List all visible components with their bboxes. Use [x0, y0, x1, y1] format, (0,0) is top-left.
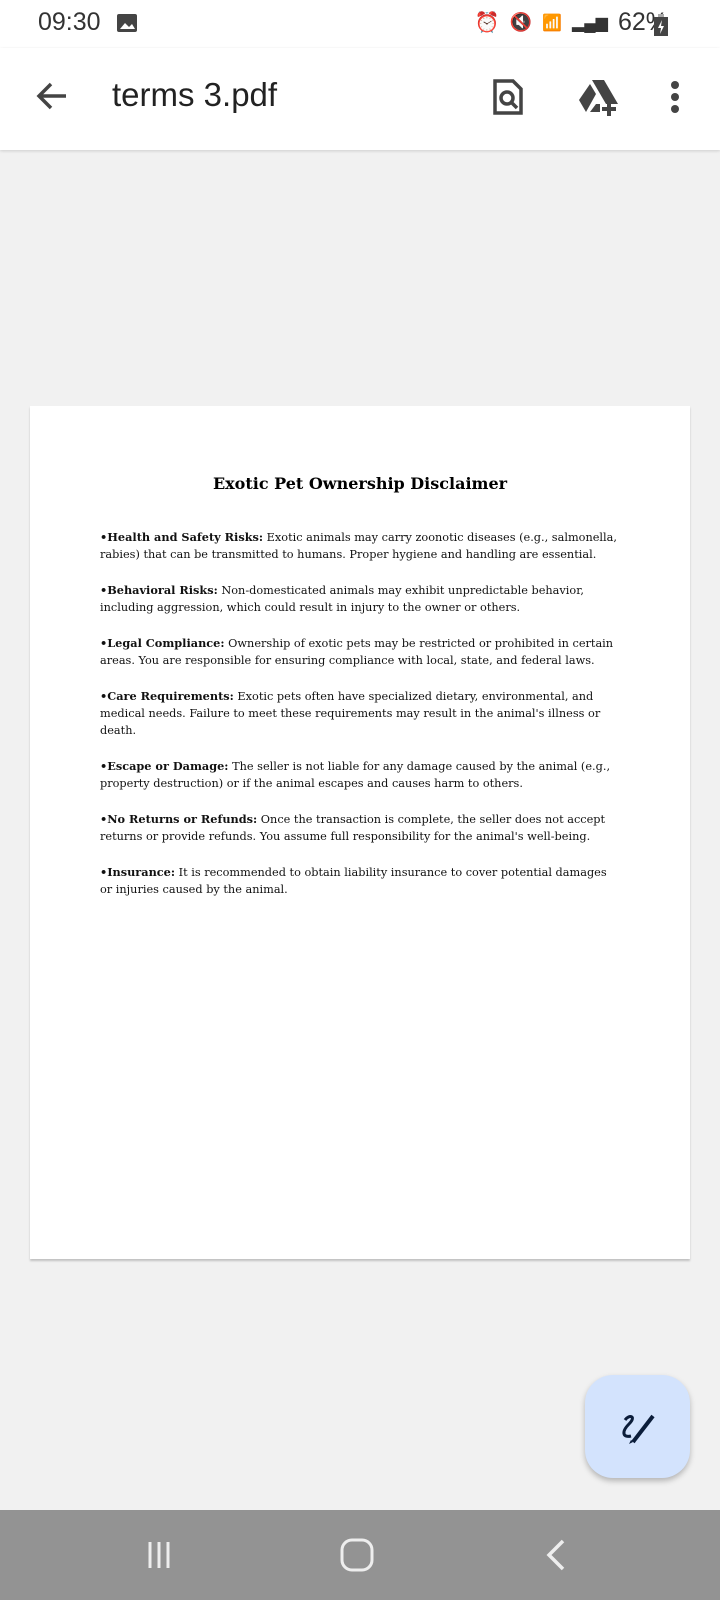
item-heading: •Escape or Damage: — [100, 759, 229, 773]
list-item: •No Returns or Refunds: Once the transac… — [100, 811, 622, 845]
signal-icon: ▂▄▆ — [572, 14, 608, 32]
back-arrow-icon[interactable] — [36, 81, 68, 111]
alarm-icon: ⏰ — [474, 12, 500, 34]
wifi-icon: 📶 — [542, 14, 562, 32]
pen-annotate-icon — [622, 1414, 655, 1444]
pdf-page: Exotic Pet Ownership Disclaimer •Health … — [30, 406, 690, 1259]
recent-apps-icon[interactable] — [147, 1540, 171, 1570]
item-heading: •No Returns or Refunds: — [100, 812, 258, 826]
list-item: •Behavioral Risks: Non-domesticated anim… — [100, 582, 622, 616]
item-heading: •Care Requirements: — [100, 689, 234, 703]
item-heading: •Behavioral Risks: — [100, 583, 218, 597]
find-in-document-icon[interactable] — [492, 78, 524, 116]
app-bar: terms 3.pdf — [0, 48, 720, 150]
status-time: 09:30 — [38, 8, 101, 36]
annotate-button[interactable] — [585, 1375, 690, 1478]
item-heading: •Insurance: — [100, 865, 176, 879]
list-item: •Insurance: It is recommended to obtain … — [100, 864, 622, 898]
mute-icon: 🔇 — [509, 12, 533, 32]
home-icon[interactable] — [340, 1538, 374, 1572]
add-to-drive-icon[interactable] — [578, 78, 622, 116]
system-nav-bar — [0, 1510, 720, 1600]
more-options-icon[interactable] — [670, 80, 680, 114]
file-title: terms 3.pdf — [112, 76, 278, 113]
gallery-notification-icon — [117, 14, 137, 32]
battery-icon — [654, 14, 668, 36]
item-heading: •Legal Compliance: — [100, 636, 225, 650]
document-title: Exotic Pet Ownership Disclaimer — [212, 474, 508, 493]
item-text: It is recommended to obtain liability in… — [100, 866, 607, 896]
status-bar: 09:30 ⏰ 🔇 📶 ▂▄▆ 62% — [0, 0, 720, 48]
item-heading: •Health and Safety Risks: — [100, 530, 264, 544]
list-item: •Care Requirements: Exotic pets often ha… — [100, 688, 622, 739]
list-item: •Health and Safety Risks: Exotic animals… — [100, 529, 622, 563]
back-nav-icon[interactable] — [546, 1539, 566, 1571]
status-icons: ⏰ 🔇 📶 ▂▄▆ 62% — [475, 8, 668, 37]
list-item: •Escape or Damage: The seller is not lia… — [100, 758, 622, 792]
disclaimer-list: •Health and Safety Risks: Exotic animals… — [100, 529, 622, 898]
list-item: •Legal Compliance: Ownership of exotic p… — [100, 635, 622, 669]
